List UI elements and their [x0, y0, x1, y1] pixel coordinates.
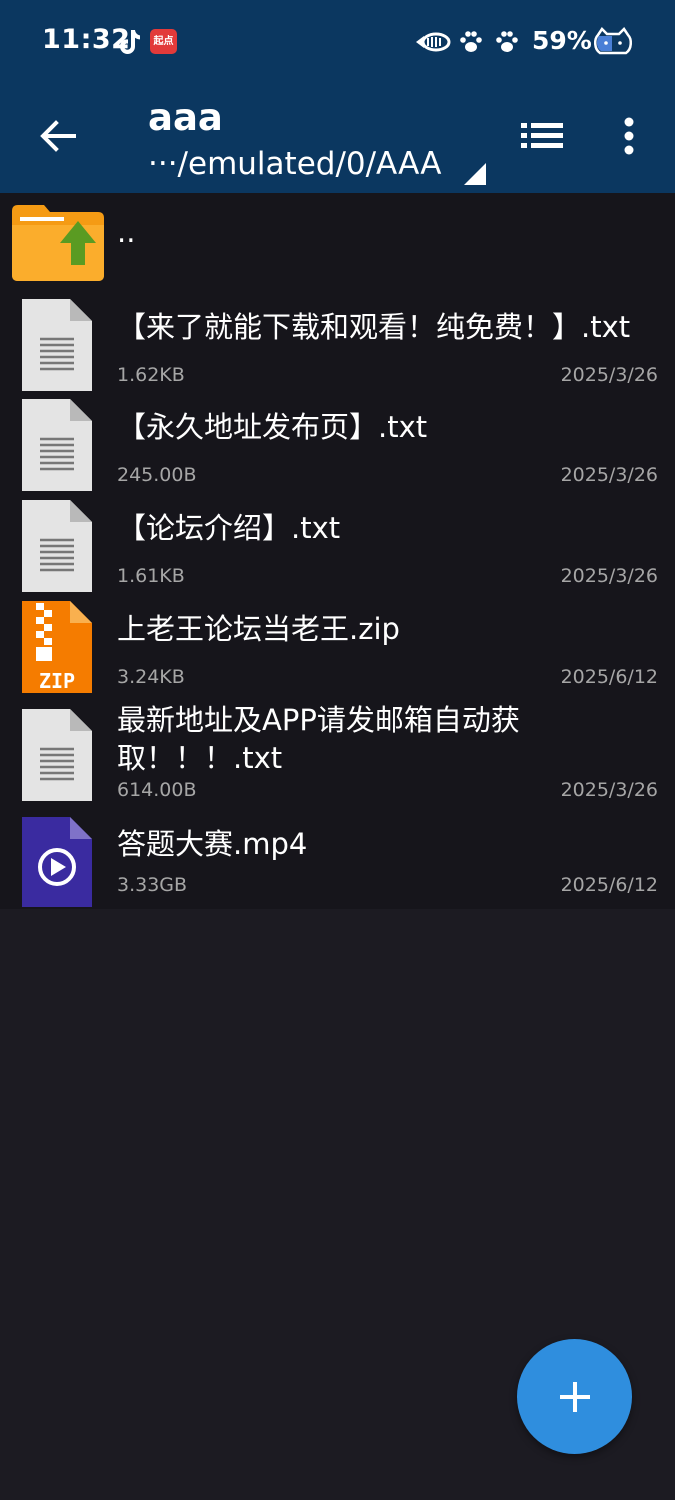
file-date: 2025/6/12: [560, 666, 658, 688]
file-date: 2025/3/26: [560, 364, 658, 386]
file-name-line2: 取！！！.txt: [117, 741, 283, 775]
file-name: 答题大赛.mp4: [117, 827, 308, 861]
paw-icon: [460, 31, 482, 52]
file-size: 614.00B: [117, 779, 197, 801]
file-list-item[interactable]: 【论坛介绍】.txt 1.61KB 2025/3/26: [0, 495, 675, 595]
zip-file-icon: ZIP: [22, 601, 92, 693]
app-header: 11:32 起点 59% aaa ···/emulated/0/AAA: [0, 0, 675, 193]
file-date: 2025/3/26: [560, 565, 658, 587]
text-file-icon: [22, 500, 92, 592]
battery-percentage: 59%: [532, 26, 592, 55]
file-date: 2025/3/26: [560, 464, 658, 486]
file-date: 2025/6/12: [560, 874, 658, 896]
folder-up-icon: [12, 205, 104, 281]
parent-directory-label: ..: [117, 215, 136, 249]
back-arrow-icon[interactable]: [36, 114, 80, 158]
file-size: 3.24KB: [117, 666, 185, 688]
file-size: 1.61KB: [117, 565, 185, 587]
text-file-icon: [22, 299, 92, 391]
file-date: 2025/3/26: [560, 779, 658, 801]
file-list-item[interactable]: 答题大赛.mp4 3.33GB 2025/6/12: [0, 811, 675, 909]
file-size: 1.62KB: [117, 364, 185, 386]
fish-icon: [416, 32, 451, 52]
add-fab-button[interactable]: [517, 1339, 632, 1454]
video-file-icon: [22, 817, 92, 907]
file-list-item[interactable]: ZIP 上老王论坛当老王.zip 3.24KB 2025/6/12: [0, 596, 675, 696]
file-size: 245.00B: [117, 464, 197, 486]
path-breadcrumb[interactable]: ···/emulated/0/AAA: [148, 146, 441, 182]
tiktok-icon: [120, 30, 140, 54]
paw-icon: [496, 31, 518, 52]
text-file-icon: [22, 709, 92, 801]
cat-battery-icon: [594, 27, 632, 55]
file-name: 【永久地址发布页】.txt: [117, 410, 428, 444]
more-vert-icon[interactable]: [618, 116, 640, 156]
plus-icon: [559, 1381, 590, 1412]
file-name: 【论坛介绍】.txt: [117, 511, 341, 545]
list-view-icon[interactable]: [521, 118, 563, 154]
file-list-item[interactable]: 【来了就能下载和观看！纯免费！】.txt 1.62KB 2025/3/26: [0, 294, 675, 394]
file-name: 【来了就能下载和观看！纯免费！】.txt: [117, 310, 631, 344]
folder-title: aaa: [148, 96, 223, 139]
zip-icon-label: ZIP: [39, 669, 75, 693]
file-name: 上老王论坛当老王.zip: [117, 612, 400, 646]
parent-directory-item[interactable]: ..: [0, 193, 675, 288]
path-dropdown-icon[interactable]: [464, 163, 486, 185]
file-list-item[interactable]: 最新地址及APP请发邮箱自动获 取！！！.txt 614.00B 2025/3/…: [0, 697, 675, 809]
text-file-icon: [22, 399, 92, 491]
qidian-app-icon: 起点: [150, 29, 177, 54]
file-list: .. 【来了就能下载和观看！纯免费！】.txt 1.62KB 2025/3/26…: [0, 193, 675, 909]
status-bar: 11:32 起点 59%: [0, 0, 675, 84]
file-size: 3.33GB: [117, 874, 188, 896]
file-list-item[interactable]: 【永久地址发布页】.txt 245.00B 2025/3/26: [0, 394, 675, 494]
file-name-line1: 最新地址及APP请发邮箱自动获: [117, 703, 520, 737]
